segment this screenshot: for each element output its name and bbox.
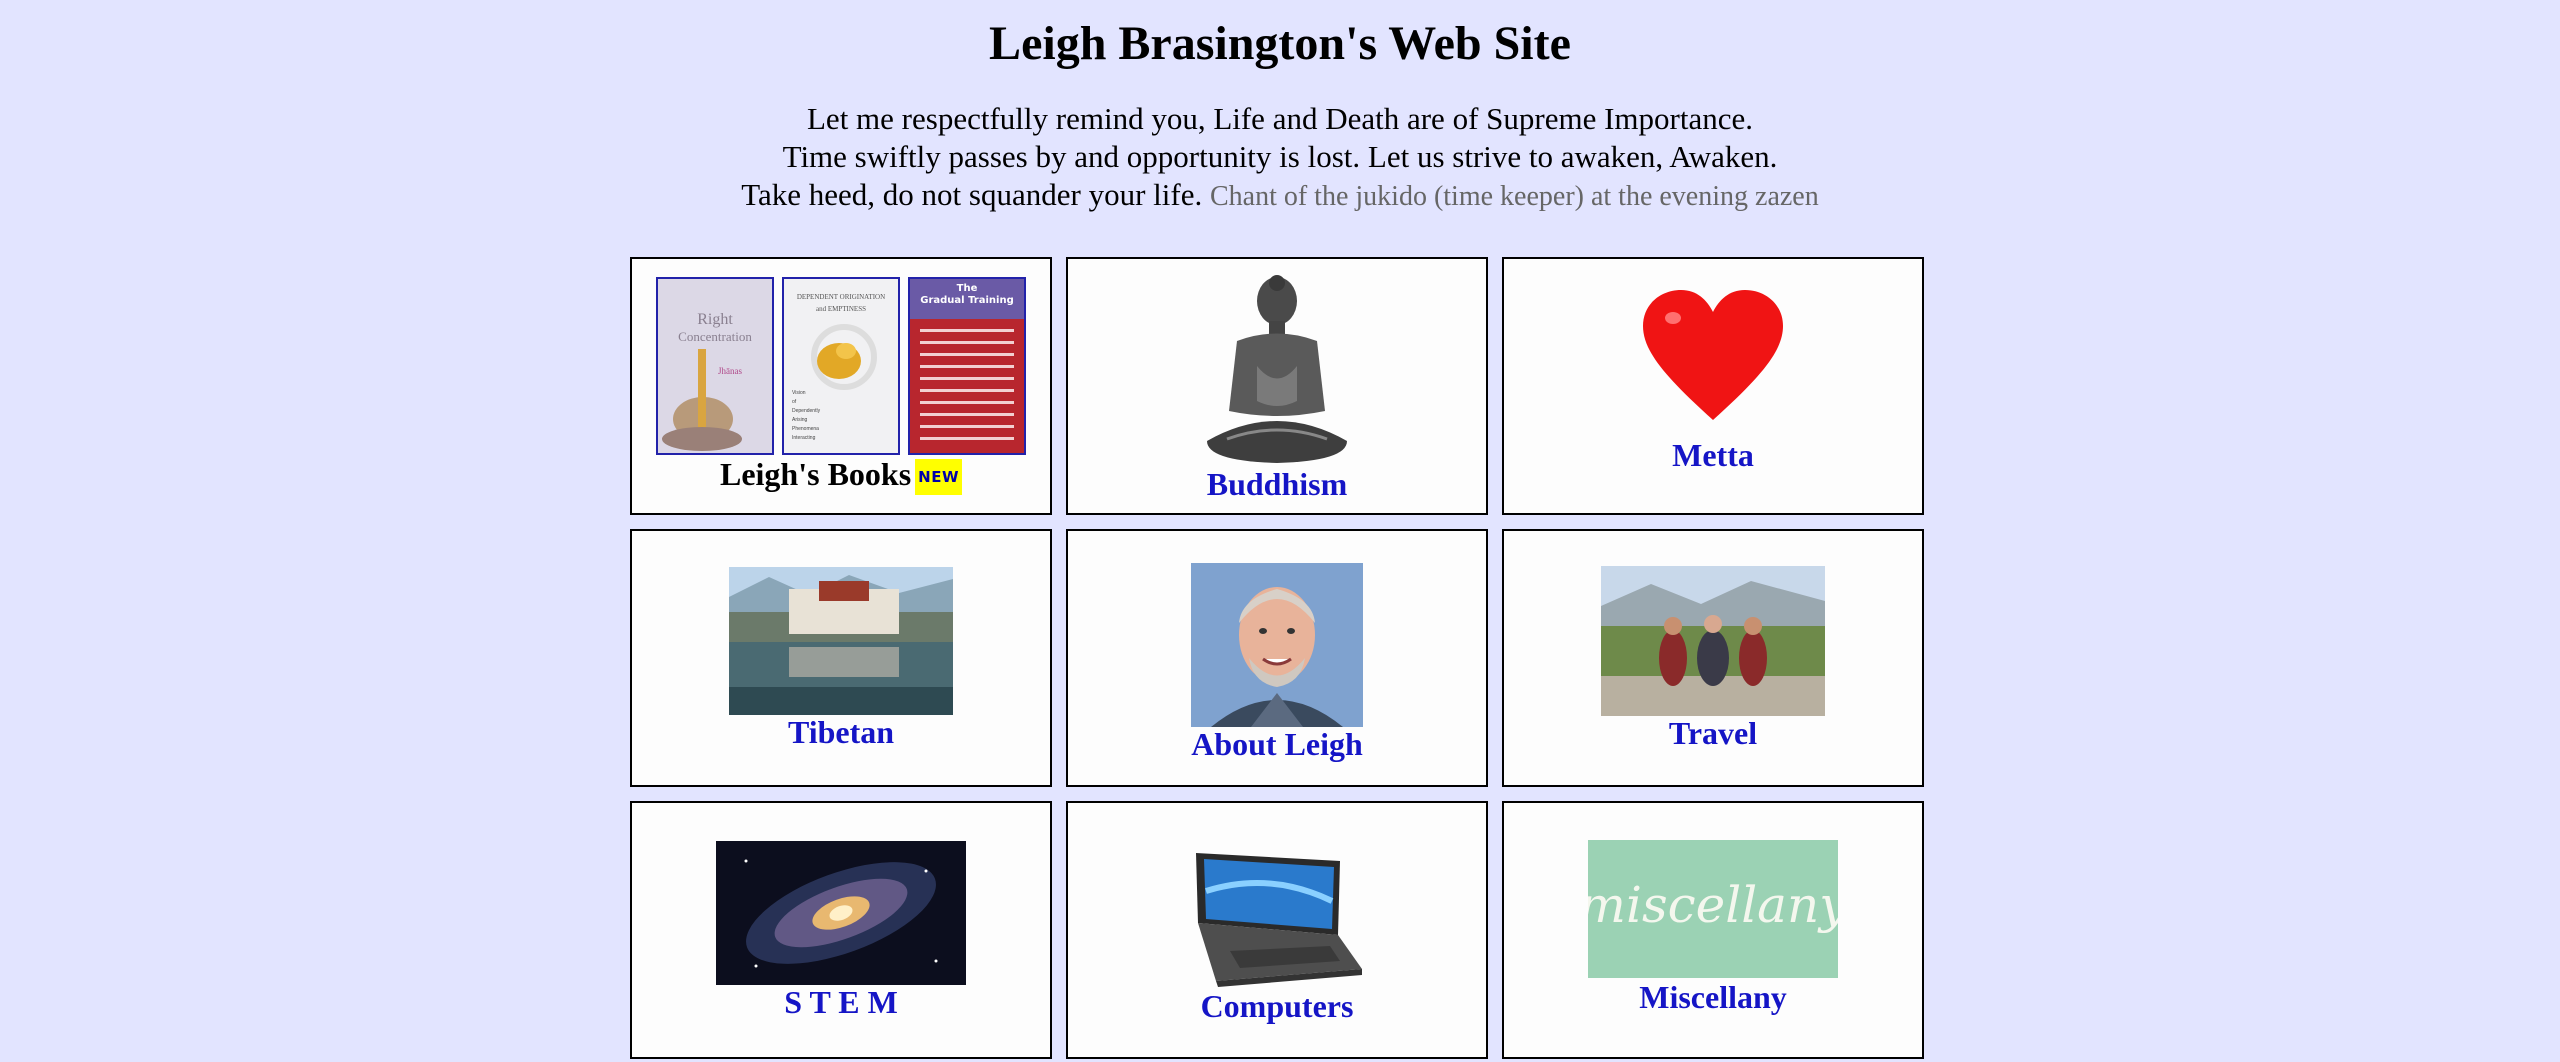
svg-text:Jhānas: Jhānas: [718, 366, 742, 376]
page-title: Leigh Brasington's Web Site: [989, 17, 1571, 70]
books-icon: Right Concentration Jhānas DEPENDENT ORI…: [656, 276, 1026, 455]
svg-text:Dependently: Dependently: [792, 408, 821, 414]
svg-text:Interacting: Interacting: [792, 435, 816, 441]
tile-metta-label[interactable]: Metta: [1672, 438, 1754, 472]
travel-photo-icon: [1601, 566, 1825, 716]
svg-text:DEPENDENT ORIGINATION: DEPENDENT ORIGINATION: [797, 293, 885, 301]
galaxy-icon: [716, 841, 966, 985]
tile-buddhism[interactable]: Buddhism: [1066, 257, 1488, 515]
potala-palace-icon: [729, 567, 953, 715]
chant-line-2: Time swiftly passes by and opportunity i…: [782, 139, 1778, 174]
tile-books-label[interactable]: Leigh's Books: [720, 456, 911, 492]
svg-text:Gradual Training: Gradual Training: [920, 295, 1013, 306]
book-cover-right-concentration[interactable]: Right Concentration Jhānas: [656, 276, 774, 455]
tile-tibetan[interactable]: Tibetan: [630, 529, 1052, 787]
heart-icon: [1643, 290, 1783, 420]
tile-metta[interactable]: Metta: [1502, 257, 1924, 515]
tile-travel-label[interactable]: Travel: [1669, 716, 1757, 750]
new-badge: NEW: [915, 459, 963, 496]
laptop-icon: [1196, 853, 1362, 987]
miscellany-logo-icon: miscellany: [1588, 840, 1838, 978]
svg-text:Arising: Arising: [792, 417, 808, 423]
svg-text:of: of: [792, 399, 797, 405]
chant-line-3: Take heed, do not squander your life.: [741, 177, 1203, 212]
svg-text:Phenomena: Phenomena: [792, 426, 819, 432]
tile-books[interactable]: Right Concentration Jhānas DEPENDENT ORI…: [630, 257, 1052, 515]
zen-chant: Let me respectfully remind you, Life and…: [0, 100, 2560, 216]
svg-text:The: The: [957, 283, 978, 294]
chant-attribution: Chant of the jukido (time keeper) at the…: [1209, 181, 1819, 212]
tile-miscellany[interactable]: miscellany Miscellany: [1502, 801, 1924, 1059]
tile-computers[interactable]: Computers: [1066, 801, 1488, 1059]
tile-travel[interactable]: Travel: [1502, 529, 1924, 787]
svg-text:Concentration: Concentration: [678, 329, 752, 344]
tile-miscellany-label[interactable]: Miscellany: [1639, 980, 1787, 1014]
tile-stem-label[interactable]: S T E M: [784, 985, 898, 1019]
tile-stem[interactable]: S T E M: [630, 801, 1052, 1059]
portrait-icon: [1191, 563, 1363, 727]
tile-buddhism-label[interactable]: Buddhism: [1207, 467, 1348, 501]
book-cover-gradual-training[interactable]: The Gradual Training: [908, 276, 1026, 455]
tile-about-leigh-label[interactable]: About Leigh: [1191, 727, 1363, 761]
buddha-statue-icon: [1207, 275, 1347, 463]
book-cover-dependent-origination[interactable]: DEPENDENT ORIGINATION and EMPTINESS Visi…: [782, 276, 900, 455]
navigation-grid: Right Concentration Jhānas DEPENDENT ORI…: [630, 257, 1924, 1059]
chant-line-1: Let me respectfully remind you, Life and…: [807, 101, 1753, 136]
svg-text:Right: Right: [697, 311, 733, 328]
svg-text:Vision: Vision: [792, 390, 806, 396]
svg-text:and EMPTINESS: and EMPTINESS: [816, 305, 866, 313]
tile-about-leigh[interactable]: About Leigh: [1066, 529, 1488, 787]
miscellany-logo-text: miscellany: [1588, 876, 1838, 934]
tile-tibetan-label[interactable]: Tibetan: [788, 715, 894, 749]
tile-computers-label[interactable]: Computers: [1201, 989, 1354, 1023]
